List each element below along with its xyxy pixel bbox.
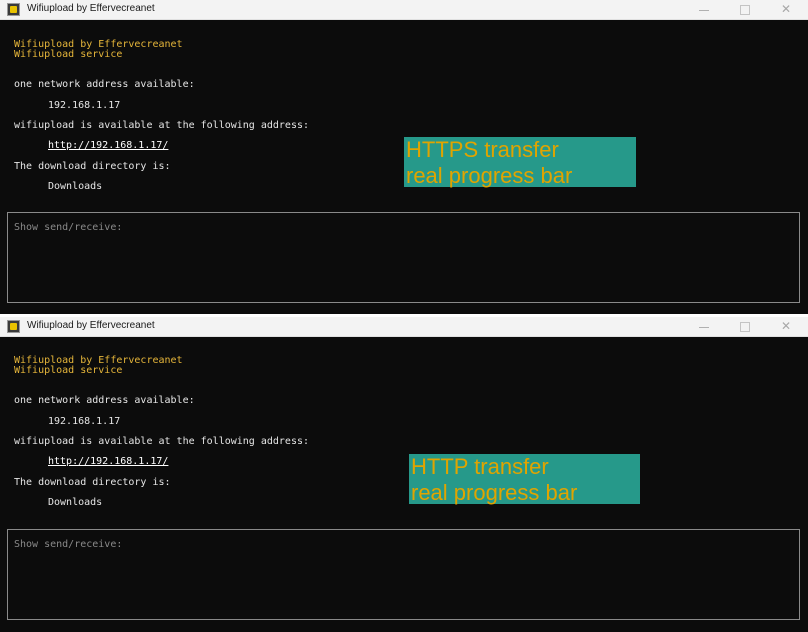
maximize-button[interactable] <box>723 0 767 19</box>
badge-line-2: real progress bar <box>406 163 573 188</box>
network-label: one network address available: <box>14 79 195 90</box>
send-receive-panel[interactable]: Show send/receive: <box>7 212 800 303</box>
dir-label: The download directory is: <box>14 477 171 488</box>
network-label: one network address available: <box>14 395 195 406</box>
header-line-2: Wifiupload service <box>14 49 123 60</box>
available-label: wifiupload is available at the following… <box>14 436 310 447</box>
app-window-2: Wifiupload by Effervecreanet ✕ Wifiuploa… <box>0 317 808 632</box>
panel-label: Show send/receive: <box>14 222 123 233</box>
ip-address: 192.168.1.17 <box>48 416 121 427</box>
badge-line-1: HTTP transfer <box>411 454 549 479</box>
badge-line-1: HTTPS transfer <box>406 137 559 162</box>
dir-value: Downloads <box>48 181 103 192</box>
ip-address: 192.168.1.17 <box>48 100 121 111</box>
app-icon <box>7 3 20 16</box>
minimize-icon <box>699 9 709 11</box>
available-label: wifiupload is available at the following… <box>14 120 310 131</box>
close-icon: ✕ <box>780 2 792 16</box>
close-button[interactable]: ✕ <box>764 0 808 19</box>
header-line-2: Wifiupload service <box>14 365 123 376</box>
panel-label: Show send/receive: <box>14 539 123 550</box>
send-receive-panel[interactable]: Show send/receive: <box>7 529 800 620</box>
window-title: Wifiupload by Effervecreanet <box>27 3 155 14</box>
maximize-button[interactable] <box>723 317 767 336</box>
badge-line-2: real progress bar <box>411 480 578 505</box>
feature-badge: HTTP transfer real progress bar <box>409 454 640 505</box>
minimize-icon <box>699 326 709 328</box>
dir-value: Downloads <box>48 497 103 508</box>
close-button[interactable]: ✕ <box>764 317 808 336</box>
minimize-button[interactable] <box>682 0 726 19</box>
maximize-icon <box>740 322 750 332</box>
app-icon <box>7 320 20 333</box>
feature-badge: HTTPS transfer real progress bar <box>404 137 636 188</box>
minimize-button[interactable] <box>682 317 726 336</box>
maximize-icon <box>740 5 750 15</box>
url-link[interactable]: http://192.168.1.17/ <box>48 456 168 467</box>
title-bar[interactable]: Wifiupload by Effervecreanet ✕ <box>0 317 808 337</box>
url-link[interactable]: http://192.168.1.17/ <box>48 140 168 151</box>
app-window-1: Wifiupload by Effervecreanet ✕ Wifiuploa… <box>0 0 808 314</box>
title-bar[interactable]: Wifiupload by Effervecreanet ✕ <box>0 0 808 20</box>
close-icon: ✕ <box>780 319 792 333</box>
dir-label: The download directory is: <box>14 161 171 172</box>
window-title: Wifiupload by Effervecreanet <box>27 320 155 331</box>
